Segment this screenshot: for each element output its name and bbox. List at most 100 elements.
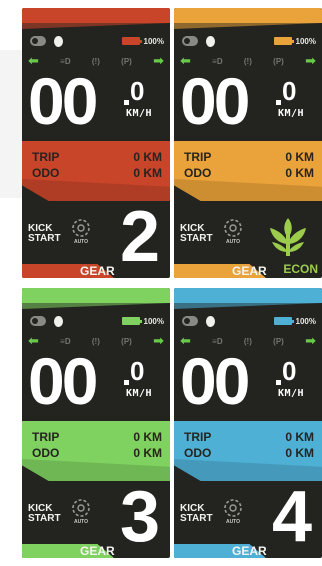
trip-odo-panel: TRIP 0 KM ODO 0 KM xyxy=(174,421,322,481)
status-row: 100% xyxy=(30,34,164,48)
gear-number: 2 xyxy=(119,197,160,277)
ebike-display: 100% ⬅ ≡D (!) (P) ➡ 00 0 KM/H TRIP 0 KM xyxy=(174,288,322,558)
odo-label: ODO xyxy=(184,446,212,460)
trip-label: TRIP xyxy=(184,150,212,164)
auto-mode-icon: AUTO xyxy=(72,219,90,244)
kick-label-line2: START xyxy=(180,513,213,524)
kick-start-label: KICK START xyxy=(180,504,213,524)
odo-row: ODO 0 KM xyxy=(32,446,162,460)
kick-label-line2: START xyxy=(180,233,213,244)
speed-unit: KM/H xyxy=(278,108,305,119)
speed-decimal: 0 xyxy=(282,76,297,106)
speed-decimal: 0 xyxy=(130,356,145,386)
battery-icon xyxy=(273,317,294,325)
auto-label: AUTO xyxy=(226,239,240,244)
speed-value: 00 xyxy=(28,344,98,418)
parking-indicator-icon: (P) xyxy=(121,337,132,346)
odo-label: ODO xyxy=(32,446,60,460)
turn-right-arrow-icon: ➡ xyxy=(153,54,164,69)
toggle-icon xyxy=(182,36,198,46)
gear-label: GEAR xyxy=(232,544,267,558)
ebike-display: 100% ⬅ ≡D (!) (P) ➡ 00 0 KM/H TRIP 0 KM xyxy=(22,8,170,278)
speedometer: 00 0 KM/H xyxy=(28,64,168,138)
toggle-icon xyxy=(30,316,46,326)
speed-unit: KM/H xyxy=(126,388,153,399)
speedometer: 00 0 KM/H xyxy=(180,344,320,418)
turn-right-arrow-icon: ➡ xyxy=(153,334,164,349)
panel-shade xyxy=(174,179,322,201)
trip-row: TRIP 0 KM xyxy=(32,150,162,164)
headlight-icon xyxy=(54,315,63,327)
speed-decimal: 0 xyxy=(130,76,145,106)
status-row: 100% xyxy=(30,314,164,328)
odo-value: 0 KM xyxy=(133,446,162,460)
decimal-point xyxy=(276,380,281,385)
status-row: 100% xyxy=(182,314,316,328)
toggle-icon xyxy=(30,36,46,46)
battery-percentage: 100% xyxy=(295,316,316,326)
auto-label: AUTO xyxy=(226,519,240,524)
trip-row: TRIP 0 KM xyxy=(184,150,314,164)
auto-mode-icon: AUTO xyxy=(224,219,242,244)
trip-odo-panel: TRIP 0 KM ODO 0 KM xyxy=(22,421,170,481)
odo-row: ODO 0 KM xyxy=(32,166,162,180)
bottom-area: KICK START AUTO GEAR 3 xyxy=(22,477,170,558)
speed-value: 00 xyxy=(180,64,250,138)
kick-label-line2: START xyxy=(28,513,61,524)
kick-label-line2: START xyxy=(28,233,61,244)
speed-value: 00 xyxy=(180,344,250,418)
gear-label: GEAR xyxy=(232,264,267,278)
trip-value: 0 KM xyxy=(133,430,162,444)
speed-unit: KM/H xyxy=(126,108,153,119)
auto-label: AUTO xyxy=(74,239,88,244)
parking-indicator-icon: (P) xyxy=(121,57,132,66)
leaf-icon xyxy=(270,218,306,256)
headlight-icon xyxy=(54,35,63,47)
battery-icon xyxy=(121,317,142,325)
kick-start-label: KICK START xyxy=(28,224,61,244)
toggle-icon xyxy=(182,316,198,326)
headlight-icon xyxy=(206,315,215,327)
parking-indicator-icon: (P) xyxy=(273,337,284,346)
odo-value: 0 KM xyxy=(133,166,162,180)
auto-mode-icon: AUTO xyxy=(72,499,90,524)
kick-start-label: KICK START xyxy=(28,504,61,524)
kick-start-label: KICK START xyxy=(180,224,213,244)
trip-odo-panel: TRIP 0 KM ODO 0 KM xyxy=(22,141,170,201)
ebike-display: 100% ⬅ ≡D (!) (P) ➡ 00 0 KM/H TRIP 0 KM xyxy=(174,8,322,278)
odo-value: 0 KM xyxy=(285,446,314,460)
odo-label: ODO xyxy=(184,166,212,180)
odo-row: ODO 0 KM xyxy=(184,446,314,460)
speed-value: 00 xyxy=(28,64,98,138)
battery-percentage: 100% xyxy=(143,36,164,46)
bottom-area: KICK START AUTO GEAR 4 xyxy=(174,477,322,558)
speedometer: 00 0 KM/H xyxy=(180,64,320,138)
battery-percentage: 100% xyxy=(295,36,316,46)
auto-label: AUTO xyxy=(74,519,88,524)
auto-mode-icon: AUTO xyxy=(224,499,242,524)
odo-label: ODO xyxy=(32,166,60,180)
battery-icon xyxy=(273,37,294,45)
trip-odo-panel: TRIP 0 KM ODO 0 KM xyxy=(174,141,322,201)
odo-row: ODO 0 KM xyxy=(184,166,314,180)
gear-label: GEAR xyxy=(80,264,115,278)
trip-label: TRIP xyxy=(32,150,60,164)
turn-right-arrow-icon: ➡ xyxy=(305,334,316,349)
turn-right-arrow-icon: ➡ xyxy=(305,54,316,69)
trip-value: 0 KM xyxy=(285,430,314,444)
trip-row: TRIP 0 KM xyxy=(32,430,162,444)
accent-band xyxy=(22,8,170,23)
parking-indicator-icon: (P) xyxy=(273,57,284,66)
accent-band xyxy=(22,288,170,303)
dashboard-gallery: to t y 100% ⬅ ≡D (!) (P) ➡ 00 0 xyxy=(0,0,322,566)
decimal-point xyxy=(124,100,129,105)
decimal-point xyxy=(276,100,281,105)
trip-row: TRIP 0 KM xyxy=(184,430,314,444)
gear-label: GEAR xyxy=(80,544,115,558)
speedometer: 00 0 KM/H xyxy=(28,344,168,418)
decimal-point xyxy=(124,380,129,385)
battery-icon xyxy=(121,37,142,45)
econ-mode-label: ECON xyxy=(283,262,318,276)
status-row: 100% xyxy=(182,34,316,48)
speed-decimal: 0 xyxy=(282,356,297,386)
